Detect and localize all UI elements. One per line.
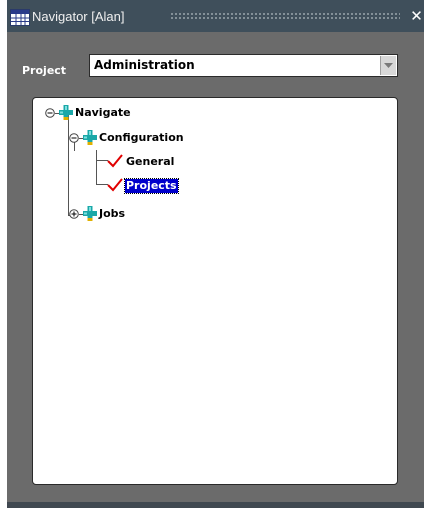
window-bottom-edge <box>7 502 424 508</box>
title-grip <box>170 12 400 20</box>
tree-node-projects[interactable]: Projects <box>124 178 179 194</box>
tree-node-navigate[interactable]: Navigate <box>75 106 131 120</box>
navigator-tree[interactable]: Navigate Configuration General Projects … <box>32 97 398 485</box>
tree-node-general[interactable]: General <box>126 155 174 169</box>
collapse-icon[interactable] <box>45 108 55 118</box>
plus-node-icon <box>59 105 73 120</box>
tree-node-jobs[interactable]: Jobs <box>99 207 125 221</box>
collapse-icon[interactable] <box>69 133 79 143</box>
checkmark-icon <box>107 178 123 192</box>
plus-node-icon <box>83 206 97 221</box>
expand-icon[interactable] <box>69 209 79 219</box>
project-label: Project <box>22 64 67 77</box>
tree-connector <box>68 114 69 216</box>
grid-app-icon <box>10 9 30 26</box>
project-select-value: Administration <box>94 58 195 72</box>
dropdown-button[interactable] <box>380 56 396 75</box>
project-select[interactable]: Administration <box>89 54 398 77</box>
window-body: Project Administration Navigate Configur… <box>7 32 424 508</box>
title-bar[interactable]: Navigator [Alan] ✕ <box>7 0 424 32</box>
plus-node-icon <box>83 130 97 145</box>
navigator-window: Navigator [Alan] ✕ Project Administratio… <box>7 0 424 508</box>
chevron-down-icon <box>384 63 393 68</box>
close-icon[interactable]: ✕ <box>409 6 424 26</box>
window-title: Navigator [Alan] <box>32 9 125 24</box>
tree-connector <box>96 150 97 185</box>
tree-node-configuration[interactable]: Configuration <box>99 131 184 145</box>
checkmark-icon <box>107 154 123 168</box>
